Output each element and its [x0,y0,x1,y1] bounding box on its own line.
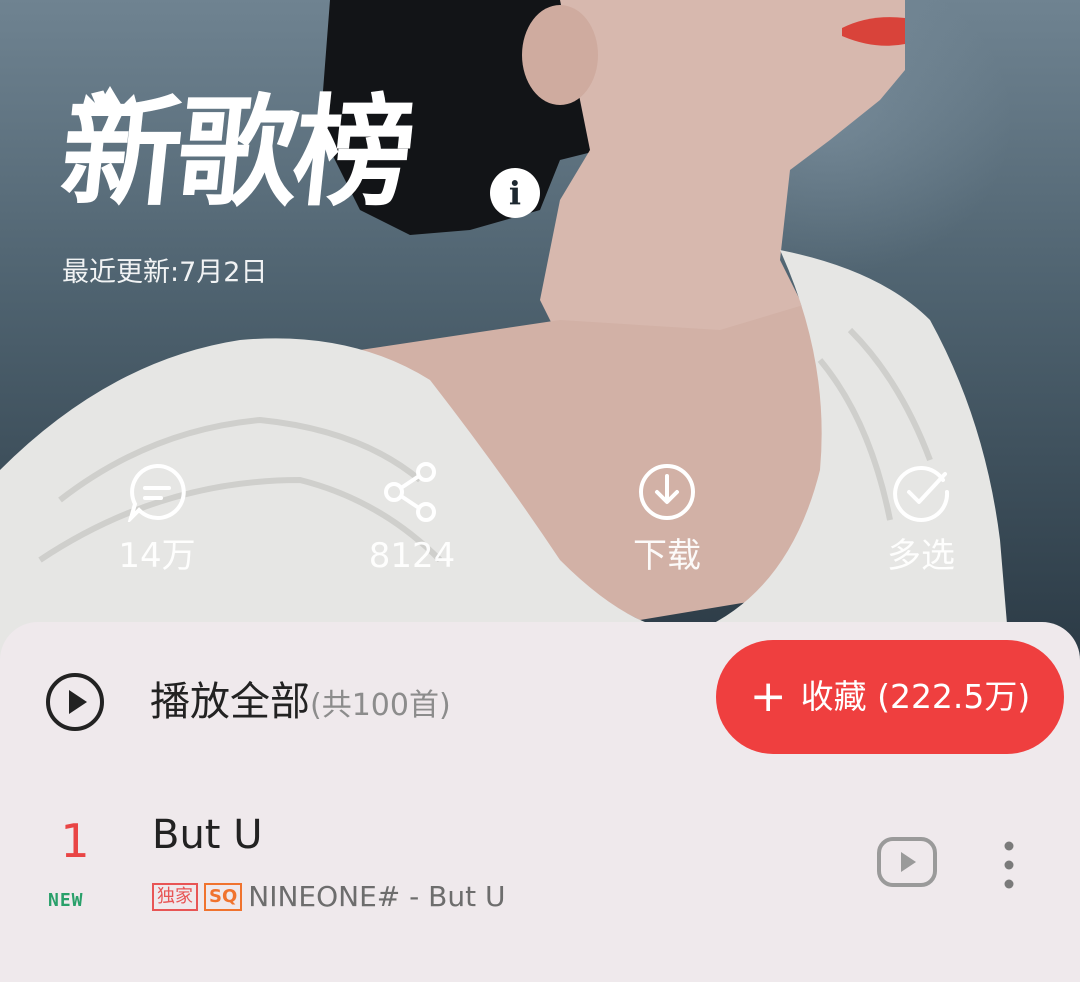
chart-header-banner: 新歌榜 i 最近更新:7月2日 14万 8124 下载 多选 [0,0,1080,660]
song-artist-album: NINEONE# - But U [248,880,506,913]
info-icon[interactable]: i [490,168,540,218]
last-updated-text: 最近更新:7月2日 [62,257,268,288]
song-count: (共100首) [310,688,451,723]
chart-title: 新歌榜 [54,84,418,223]
song-rank: 1 [60,814,90,868]
share-button[interactable]: 8124 [337,462,487,578]
multi-select-button[interactable]: 多选 [846,462,996,578]
comment-icon [127,463,186,522]
plus-icon: + [749,671,787,722]
song-list-panel: 播放全部(共100首) + 收藏 (222.5万) 1 NEW But U 独家 S… [0,622,1080,982]
exclusive-tag: 独家 [152,883,198,911]
download-icon [639,464,695,520]
sq-quality-tag: SQ [204,883,243,911]
download-label: 下载 [633,536,701,576]
more-options-icon[interactable] [998,840,1020,890]
comment-count: 14万 [118,536,196,576]
collect-button[interactable]: + 收藏 (222.5万) [716,640,1064,754]
download-button[interactable]: 下载 [592,462,742,578]
song-title: But U [152,812,263,858]
video-play-icon[interactable] [876,836,938,888]
share-icon [384,462,436,522]
new-badge: NEW [48,890,84,911]
play-all-label: 播放全部 [150,679,310,725]
multi-select-label: 多选 [887,536,955,576]
play-all-button[interactable]: 播放全部(共100首) [150,674,451,734]
song-subtitle-row: 独家 SQ NINEONE# - But U [152,880,505,920]
share-count: 8124 [368,536,456,576]
comment-button[interactable]: 14万 [82,462,232,578]
collect-label: 收藏 (222.5万) [800,677,1031,716]
play-all-icon[interactable] [44,671,106,733]
multi-select-icon [893,465,950,522]
